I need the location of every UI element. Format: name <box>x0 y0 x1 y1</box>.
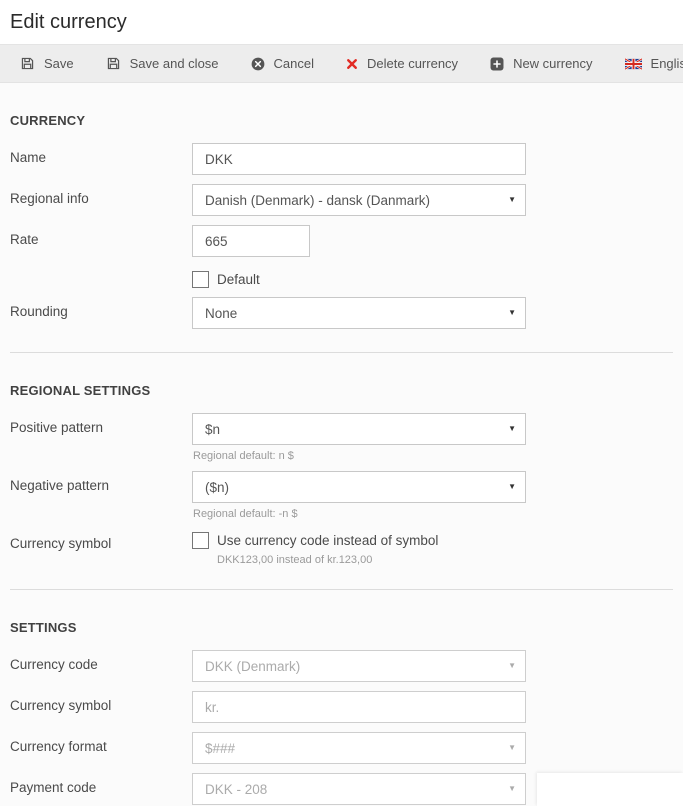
name-label: Name <box>10 143 192 165</box>
delete-currency-button[interactable]: Delete currency <box>330 45 474 83</box>
rounding-label: Rounding <box>10 297 192 319</box>
save-and-close-button-label: Save and close <box>130 56 219 71</box>
use-currency-code-checkbox[interactable] <box>192 532 209 549</box>
select-caret-icon: ▼ <box>508 309 516 317</box>
default-row: Default <box>10 266 673 288</box>
currency-symbol-label: Currency symbol <box>10 691 192 713</box>
currency-symbol-input-disabled <box>192 691 526 723</box>
regional-info-select[interactable]: Danish (Denmark) - dansk (Danmark) ▼ <box>192 184 526 216</box>
payment-code-select-disabled: DKK - 208 ▼ <box>192 773 526 805</box>
regional-info-selected-value: Danish (Denmark) - dansk (Danmark) <box>205 193 430 208</box>
toolbar: Save Save and close Cancel Delete curren… <box>0 45 683 83</box>
currency-format-label: Currency format <box>10 732 192 754</box>
default-row-spacer <box>10 266 192 273</box>
positive-pattern-field: $n ▼ Regional default: n $ <box>192 413 526 462</box>
section-heading-currency: CURRENCY <box>10 113 673 128</box>
positive-pattern-selected-value: $n <box>205 422 220 437</box>
rate-row: Rate <box>10 225 673 257</box>
negative-pattern-field: ($n) ▼ Regional default: -n $ <box>192 471 526 520</box>
section-heading-settings: SETTINGS <box>10 620 673 635</box>
save-icon <box>20 56 35 71</box>
negative-pattern-row: Negative pattern ($n) ▼ Regional default… <box>10 471 673 520</box>
negative-pattern-hint: Regional default: -n $ <box>193 508 526 520</box>
positive-pattern-select[interactable]: $n ▼ <box>192 413 526 445</box>
language-label: English <box>651 56 683 71</box>
name-input[interactable] <box>192 143 526 175</box>
use-currency-code-checkbox-label: Use currency code instead of symbol <box>217 533 438 548</box>
regional-info-label: Regional info <box>10 184 192 206</box>
currency-symbol-option-label: Currency symbol <box>10 529 192 551</box>
currency-format-row: Currency format $### ▼ <box>10 732 673 764</box>
default-checkbox-label: Default <box>217 272 260 287</box>
rounding-row: Rounding None ▼ <box>10 297 673 329</box>
rounding-select[interactable]: None ▼ <box>192 297 526 329</box>
payment-code-label: Payment code <box>10 773 192 795</box>
new-currency-button[interactable]: New currency <box>474 45 608 83</box>
currency-format-select-disabled: $### ▼ <box>192 732 526 764</box>
select-caret-icon: ▼ <box>508 196 516 204</box>
regional-info-row: Regional info Danish (Denmark) - dansk (… <box>10 184 673 216</box>
select-caret-icon: ▼ <box>508 425 516 433</box>
currency-code-row: Currency code DKK (Denmark) ▼ <box>10 650 673 682</box>
positive-pattern-hint: Regional default: n $ <box>193 450 526 462</box>
new-currency-button-label: New currency <box>513 56 592 71</box>
section-currency: CURRENCY Name Regional info Danish (Denm… <box>10 83 673 329</box>
section-heading-regional-settings: REGIONAL SETTINGS <box>10 383 673 398</box>
name-row: Name <box>10 143 673 175</box>
page-title: Edit currency <box>10 11 673 34</box>
select-caret-icon: ▼ <box>508 483 516 491</box>
save-icon <box>106 56 121 71</box>
save-button-label: Save <box>44 56 74 71</box>
default-checkbox[interactable] <box>192 271 209 288</box>
page-header: Edit currency <box>0 0 683 45</box>
negative-pattern-selected-value: ($n) <box>205 480 229 495</box>
corner-overlay <box>537 773 683 806</box>
currency-symbol-row: Currency symbol <box>10 691 673 723</box>
use-currency-code-hint: DKK123,00 instead of kr.123,00 <box>217 554 438 566</box>
select-caret-icon: ▼ <box>508 662 516 670</box>
language-selector[interactable]: English ▼ <box>609 45 683 83</box>
payment-code-selected-value: DKK - 208 <box>205 782 267 797</box>
save-button[interactable]: Save <box>4 45 90 83</box>
cancel-circle-icon <box>251 57 265 71</box>
cancel-button-label: Cancel <box>274 56 314 71</box>
select-caret-icon: ▼ <box>508 785 516 793</box>
positive-pattern-row: Positive pattern $n ▼ Regional default: … <box>10 413 673 462</box>
rounding-selected-value: None <box>205 306 237 321</box>
cancel-button[interactable]: Cancel <box>235 45 330 83</box>
delete-currency-button-label: Delete currency <box>367 56 458 71</box>
save-and-close-button[interactable]: Save and close <box>90 45 235 83</box>
rate-input[interactable] <box>192 225 310 257</box>
edit-currency-form: CURRENCY Name Regional info Danish (Denm… <box>0 83 683 805</box>
rate-label: Rate <box>10 225 192 247</box>
currency-symbol-option-row: Currency symbol Use currency code instea… <box>10 529 673 566</box>
currency-code-select-disabled: DKK (Denmark) ▼ <box>192 650 526 682</box>
select-caret-icon: ▼ <box>508 744 516 752</box>
positive-pattern-label: Positive pattern <box>10 413 192 435</box>
section-regional-settings: REGIONAL SETTINGS Positive pattern $n ▼ … <box>10 353 673 566</box>
use-code-checkbox-line: Use currency code instead of symbol <box>192 529 438 549</box>
delete-x-icon <box>346 58 358 70</box>
currency-symbol-option-field: Use currency code instead of symbol DKK1… <box>192 529 438 566</box>
uk-flag-icon <box>625 58 642 70</box>
currency-format-selected-value: $### <box>205 741 235 756</box>
plus-square-icon <box>490 57 504 71</box>
default-checkbox-line: Default <box>192 266 260 288</box>
negative-pattern-select[interactable]: ($n) ▼ <box>192 471 526 503</box>
currency-code-label: Currency code <box>10 650 192 672</box>
currency-code-selected-value: DKK (Denmark) <box>205 659 300 674</box>
negative-pattern-label: Negative pattern <box>10 471 192 493</box>
